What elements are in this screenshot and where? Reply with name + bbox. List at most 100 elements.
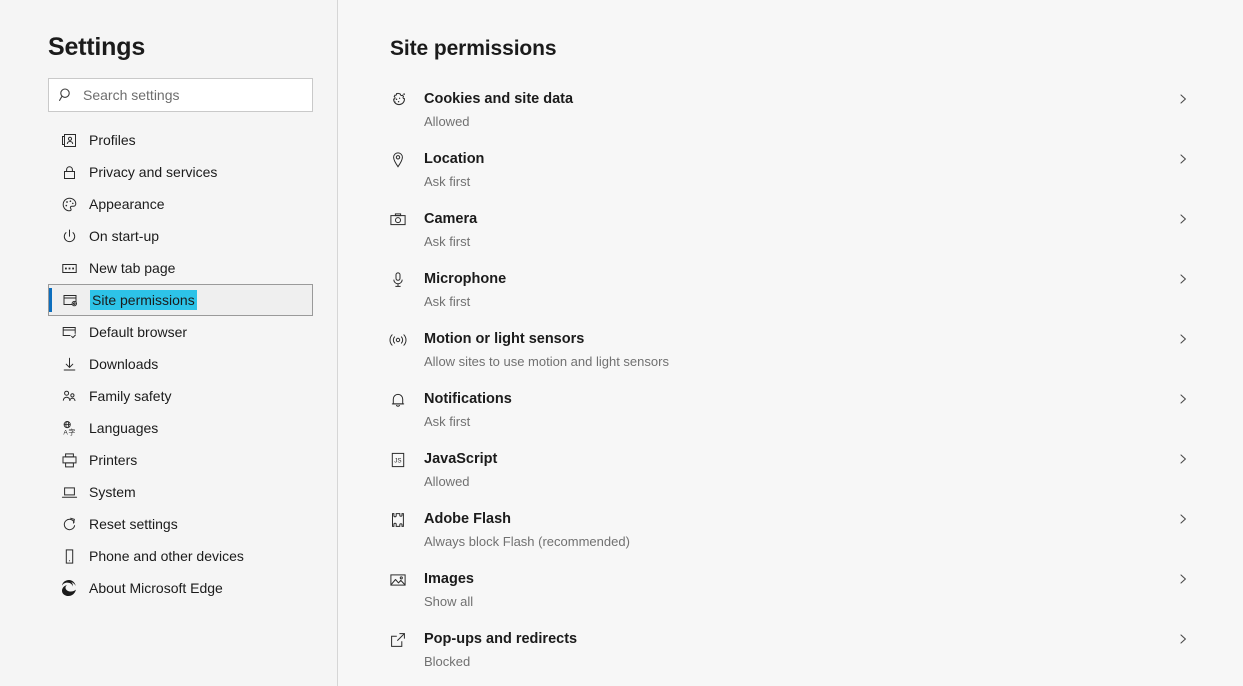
sidebar-item-label: Privacy and services: [89, 164, 218, 180]
sidebar-item-label: Family safety: [89, 388, 172, 404]
chevron-right-icon[interactable]: [1175, 271, 1191, 287]
sidebar-item-label: Appearance: [89, 196, 165, 212]
location-pin-icon: [388, 150, 408, 170]
chevron-right-icon[interactable]: [1175, 451, 1191, 467]
permission-status: Show all: [424, 594, 474, 609]
sidebar-item-languages[interactable]: A 字 Languages: [0, 412, 338, 444]
reset-circular-arrow-icon: [60, 515, 78, 533]
permission-title: Location: [424, 151, 485, 167]
selected-accent-bar: [49, 288, 52, 312]
permission-status: Ask first: [424, 234, 471, 249]
permission-title: Camera: [424, 211, 478, 227]
camera-icon: [388, 210, 408, 230]
profile-card-icon: [60, 131, 78, 149]
printer-icon: [60, 451, 78, 469]
sidebar-item-label: On start-up: [89, 228, 160, 244]
languages-icon: A 字: [60, 419, 78, 437]
sidebar: Settings Profi: [0, 0, 338, 686]
permission-title: Cookies and site data: [424, 91, 574, 107]
sidebar-item-family-safety[interactable]: Family safety: [0, 380, 338, 412]
permission-title: Adobe Flash: [424, 511, 512, 527]
chevron-right-icon[interactable]: [1175, 631, 1191, 647]
sidebar-item-label: About Microsoft Edge: [89, 580, 223, 596]
permission-status: Allow sites to use motion and light sens…: [424, 354, 669, 369]
chevron-right-icon[interactable]: [1175, 91, 1191, 107]
microphone-icon: [388, 270, 408, 290]
sidebar-item-label: Languages: [89, 420, 159, 436]
sidebar-item-label: System: [89, 484, 136, 500]
permission-row-camera[interactable]: Camera Ask first: [338, 199, 1243, 259]
sidebar-item-on-start-up[interactable]: On start-up: [0, 220, 338, 252]
family-icon: [60, 387, 78, 405]
permission-row-javascript[interactable]: JS JavaScript Allowed: [338, 439, 1243, 499]
sidebar-item-reset-settings[interactable]: Reset settings: [0, 508, 338, 540]
image-icon: [388, 570, 408, 590]
sidebar-item-new-tab-page[interactable]: New tab page: [0, 252, 338, 284]
permission-row-notifications[interactable]: Notifications Ask first: [338, 379, 1243, 439]
sidebar-item-system[interactable]: System: [0, 476, 338, 508]
new-tab-page-icon: [60, 259, 78, 277]
permission-title: Notifications: [424, 391, 512, 407]
sidebar-item-label: Site permissions: [90, 290, 197, 310]
permission-title: Microphone: [424, 271, 507, 287]
external-link-icon: [388, 630, 408, 650]
main-content: Site permissions Cookies and site data A…: [338, 0, 1243, 686]
bell-icon: [388, 390, 408, 410]
chevron-right-icon[interactable]: [1175, 331, 1191, 347]
sidebar-item-label: Downloads: [89, 356, 159, 372]
chevron-right-icon[interactable]: [1175, 391, 1191, 407]
sidebar-item-label: Phone and other devices: [89, 548, 244, 564]
sidebar-item-label: Reset settings: [89, 516, 178, 532]
chevron-right-icon[interactable]: [1175, 211, 1191, 227]
permission-row-cookies-and-site-data[interactable]: Cookies and site data Allowed: [338, 79, 1243, 139]
permission-row-adobe-flash[interactable]: Adobe Flash Always block Flash (recommen…: [338, 499, 1243, 559]
permission-status: Ask first: [424, 414, 471, 429]
sidebar-item-printers[interactable]: Printers: [0, 444, 338, 476]
palette-icon: [60, 195, 78, 213]
sidebar-item-site-permissions[interactable]: Site permissions: [48, 284, 313, 316]
settings-title: Settings: [48, 33, 146, 61]
javascript-icon: JS: [388, 450, 408, 470]
site-permissions-icon: [61, 291, 79, 309]
sidebar-item-default-browser[interactable]: Default browser: [0, 316, 338, 348]
puzzle-piece-icon: [388, 510, 408, 530]
phone-icon: [60, 547, 78, 565]
sidebar-item-profiles[interactable]: Profiles: [0, 124, 338, 156]
sidebar-item-appearance[interactable]: Appearance: [0, 188, 338, 220]
lock-icon: [60, 163, 78, 181]
permission-row-motion-or-light-sensors[interactable]: Motion or light sensors Allow sites to u…: [338, 319, 1243, 379]
permission-status: Always block Flash (recommended): [424, 534, 630, 549]
system-laptop-icon: [60, 483, 78, 501]
sidebar-item-privacy-and-services[interactable]: Privacy and services: [0, 156, 338, 188]
sidebar-item-phone-and-other-devices[interactable]: Phone and other devices: [0, 540, 338, 572]
chevron-right-icon[interactable]: [1175, 571, 1191, 587]
chevron-right-icon[interactable]: [1175, 511, 1191, 527]
motion-sensor-icon: [388, 330, 408, 350]
default-browser-icon: [60, 323, 78, 341]
sidebar-item-about-microsoft-edge[interactable]: About Microsoft Edge: [0, 572, 338, 604]
sidebar-item-label: Default browser: [89, 324, 188, 340]
sidebar-item-label: Printers: [89, 452, 138, 468]
permission-title: Images: [424, 571, 474, 587]
sidebar-item-label: New tab page: [89, 260, 176, 276]
settings-page: Settings Profi: [0, 0, 1243, 686]
chevron-right-icon[interactable]: [1175, 151, 1191, 167]
download-arrow-icon: [60, 355, 78, 373]
svg-text:字: 字: [68, 427, 75, 436]
sidebar-item-downloads[interactable]: Downloads: [0, 348, 338, 380]
permission-row-pop-ups-and-redirects[interactable]: Pop-ups and redirects Blocked: [338, 619, 1243, 679]
edge-logo-icon: [60, 579, 78, 597]
permission-row-location[interactable]: Location Ask first: [338, 139, 1243, 199]
page-title: Site permissions: [390, 37, 557, 60]
search-settings-box[interactable]: [48, 78, 313, 112]
permission-row-images[interactable]: Images Show all: [338, 559, 1243, 619]
cookie-icon: [388, 90, 408, 110]
search-input[interactable]: [83, 80, 293, 110]
sidebar-nav: Profiles Privacy and services Appearance…: [0, 124, 338, 604]
permission-status: Blocked: [424, 654, 471, 669]
permission-row-microphone[interactable]: Microphone Ask first: [338, 259, 1243, 319]
permission-status: Ask first: [424, 174, 471, 189]
sidebar-item-label: Profiles: [89, 132, 136, 148]
permission-status: Allowed: [424, 474, 470, 489]
permission-status: Allowed: [424, 114, 470, 129]
